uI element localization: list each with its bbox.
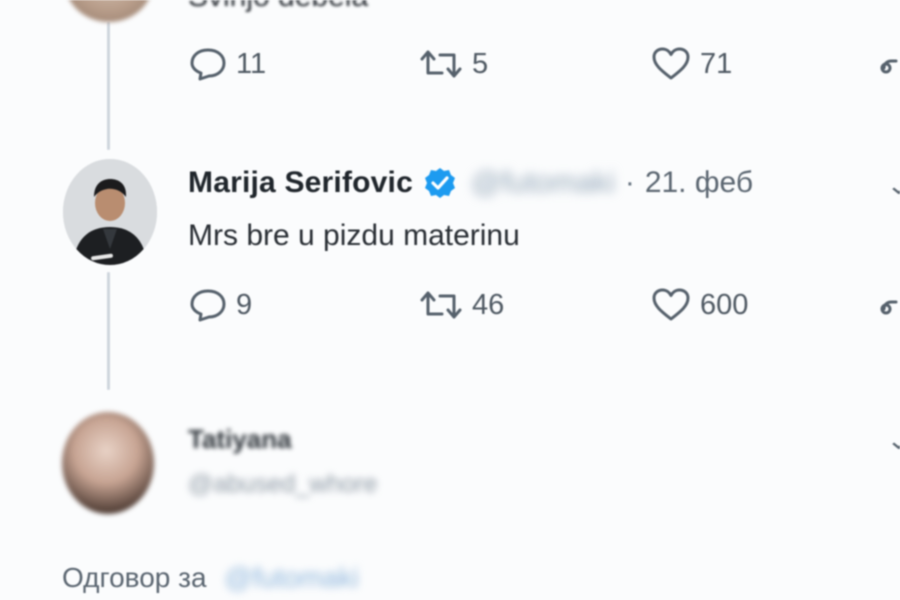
display-name[interactable]: Tatiyana <box>188 424 292 455</box>
share-button[interactable] <box>880 42 900 86</box>
reply-button[interactable]: 9 <box>188 283 252 327</box>
chevron-down-icon[interactable]: ⌄ <box>886 425 900 456</box>
avatar[interactable] <box>62 412 154 514</box>
like-count: 600 <box>700 288 749 321</box>
display-name[interactable]: Marija Serifovic <box>188 166 413 200</box>
like-button[interactable]: 600 <box>650 283 748 327</box>
tweet-text: Svinjo debela <box>188 0 368 14</box>
tweet-header: Marija Serifovic @futomaki · 21. феб <box>188 166 753 200</box>
like-button[interactable]: 71 <box>650 42 732 86</box>
speech-bubble-icon <box>188 46 228 82</box>
retweet-count: 46 <box>472 288 505 321</box>
reply-count: 9 <box>236 288 253 321</box>
retweet-button[interactable]: 5 <box>418 42 488 86</box>
reply-count: 11 <box>236 47 267 80</box>
separator-dot: · <box>624 166 635 199</box>
replying-to-label: Одговор за <box>62 562 207 593</box>
speech-bubble-icon <box>188 287 228 323</box>
avatar[interactable] <box>65 0 153 22</box>
like-count: 71 <box>700 47 733 80</box>
retweet-count: 5 <box>472 47 489 80</box>
tweet-actions: 11 5 71 <box>188 42 900 86</box>
tweet-date[interactable]: 21. феб <box>645 166 753 200</box>
thread-connector-line <box>107 22 110 150</box>
replying-to-line: Одговор за @futomaki <box>62 562 359 594</box>
retweet-arrows-icon <box>418 47 464 81</box>
share-icon <box>880 46 900 82</box>
heart-icon <box>650 287 692 323</box>
tweet-actions: 9 46 600 <box>188 283 900 327</box>
tweet-thread: Svinjo debela 11 5 <box>0 0 900 600</box>
verified-badge-icon <box>423 166 457 200</box>
thread-connector-line <box>107 272 110 390</box>
share-icon <box>880 287 900 323</box>
user-handle[interactable]: @abused_whore <box>188 470 377 499</box>
tweet-text: Mrs bre u pizdu materinu <box>188 219 520 252</box>
retweet-arrows-icon <box>418 288 464 322</box>
share-button[interactable] <box>880 283 900 327</box>
user-handle[interactable]: @futomaki <box>471 166 615 200</box>
heart-icon <box>650 46 692 82</box>
avatar[interactable] <box>63 159 157 265</box>
mention-link[interactable]: @futomaki <box>224 562 358 593</box>
retweet-button[interactable]: 46 <box>418 283 504 327</box>
reply-button[interactable]: 11 <box>188 42 266 86</box>
chevron-down-icon[interactable]: ⌄ <box>886 170 900 201</box>
